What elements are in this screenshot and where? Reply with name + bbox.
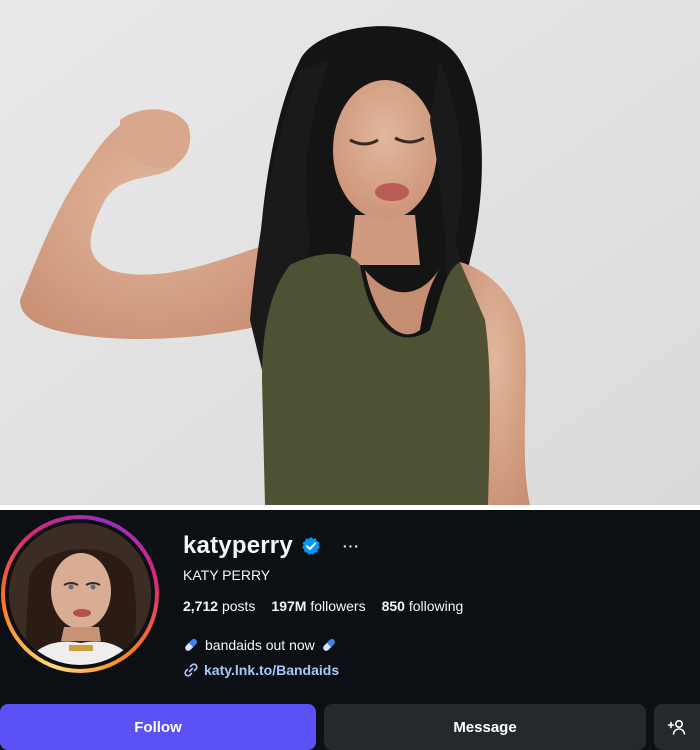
followers-stat[interactable]: 197M followers [271,598,365,614]
message-button[interactable]: Message [324,704,646,750]
follow-button[interactable]: Follow [0,704,316,750]
profile-link[interactable]: katy.lnk.to/Bandaids [183,662,339,678]
pill-emoji-icon [185,639,197,651]
add-person-icon [667,719,686,735]
pill-emoji-icon [322,639,335,651]
bio: bandaids out now [183,637,337,653]
username-row: katyperry ··· [183,532,360,560]
profile-stats: 2,712 posts 197M followers 850 following [183,598,463,614]
avatar[interactable] [9,523,151,665]
featured-post-photo[interactable] [0,0,700,505]
bio-text: bandaids out now [205,637,315,653]
verified-badge-icon [301,537,320,555]
more-options-icon[interactable]: ··· [343,539,360,553]
profile-link-text[interactable]: katy.lnk.to/Bandaids [204,662,339,678]
link-icon [184,663,198,677]
suggested-accounts-button[interactable] [654,704,700,750]
posts-stat: 2,712 posts [183,598,256,614]
profile-header: katyperry ··· KATY PERRY 2,712 posts 197… [0,510,700,750]
full-name: KATY PERRY [183,567,271,583]
story-ring[interactable] [1,515,159,673]
username: katyperry [183,532,293,559]
following-stat[interactable]: 850 following [382,598,464,614]
